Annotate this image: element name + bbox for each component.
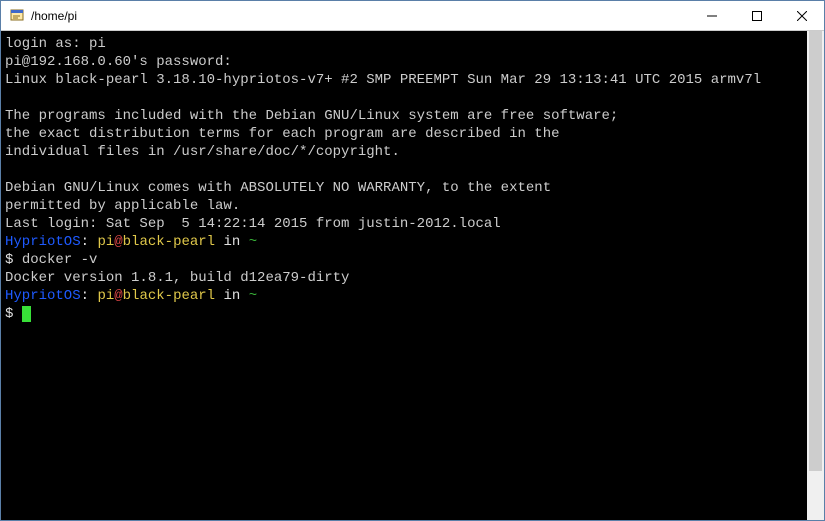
minimize-button[interactable] (689, 1, 734, 30)
ps1-in: in (215, 288, 249, 304)
prompt-symbol: $ (5, 252, 22, 268)
ps1-path: ~ (249, 288, 257, 304)
motd-line: individual files in /usr/share/doc/*/cop… (5, 144, 400, 160)
ps1-path: ~ (249, 234, 257, 250)
scrollbar-thumb[interactable] (809, 31, 822, 471)
terminal[interactable]: login as: pi pi@192.168.0.60's password:… (1, 31, 807, 520)
prompt-symbol: $ (5, 306, 22, 322)
motd-line: permitted by applicable law. (5, 198, 240, 214)
terminal-area: login as: pi pi@192.168.0.60's password:… (1, 31, 824, 520)
motd-line: Debian GNU/Linux comes with ABSOLUTELY N… (5, 180, 551, 196)
ps1-user: pi (97, 234, 114, 250)
window-controls (689, 1, 824, 30)
motd-line: The programs included with the Debian GN… (5, 108, 618, 124)
scrollbar[interactable] (807, 31, 824, 520)
motd-line: Linux black-pearl 3.18.10-hypriotos-v7+ … (5, 72, 761, 88)
login-user: pi (89, 36, 106, 52)
ps1-os: HypriotOS (5, 234, 81, 250)
ps1-sep: : (81, 288, 98, 304)
app-icon (9, 8, 25, 24)
last-login: Last login: Sat Sep 5 14:22:14 2015 from… (5, 216, 501, 232)
cursor-icon (22, 306, 31, 322)
titlebar[interactable]: /home/pi (1, 1, 824, 31)
window-frame: /home/pi login as: pi pi@192.168.0.60's … (0, 0, 825, 521)
close-button[interactable] (779, 1, 824, 30)
password-prompt: pi@192.168.0.60's password: (5, 54, 232, 70)
motd-line: the exact distribution terms for each pr… (5, 126, 560, 142)
ps1-user: pi (97, 288, 114, 304)
login-prompt: login as: (5, 36, 89, 52)
command-output: Docker version 1.8.1, build d12ea79-dirt… (5, 270, 349, 286)
window-title: /home/pi (31, 9, 689, 23)
ps1-host: black-pearl (123, 234, 215, 250)
ps1-sep: : (81, 234, 98, 250)
command: docker -v (22, 252, 98, 268)
ps1-host: black-pearl (123, 288, 215, 304)
ps1-at: @ (114, 288, 122, 304)
ps1-os: HypriotOS (5, 288, 81, 304)
ps1-in: in (215, 234, 249, 250)
maximize-button[interactable] (734, 1, 779, 30)
ps1-at: @ (114, 234, 122, 250)
